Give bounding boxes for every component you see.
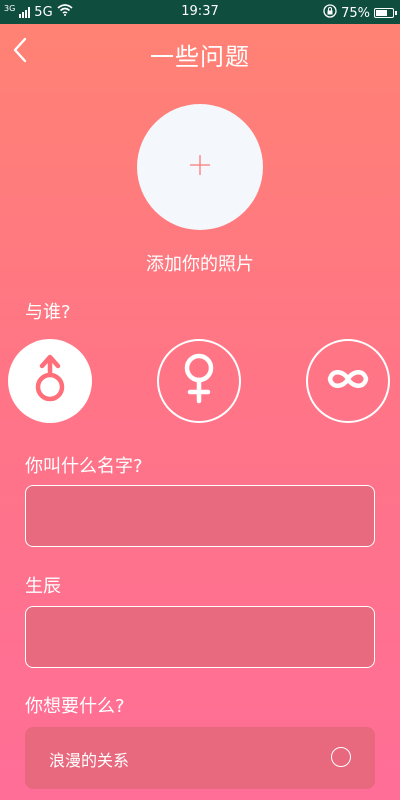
option-label: 浪漫的关系 bbox=[49, 751, 130, 770]
wants-label: 你想要什么? bbox=[25, 696, 125, 717]
battery-icon bbox=[374, 8, 397, 18]
rotation-lock-icon bbox=[323, 4, 337, 22]
battery-level bbox=[376, 10, 388, 16]
birthday-input[interactable] bbox=[25, 606, 375, 668]
plus-icon bbox=[190, 155, 210, 179]
infinity-icon bbox=[325, 367, 371, 395]
status-bar: 3G 5G 19:37 75% bbox=[0, 0, 400, 24]
radio-icon[interactable] bbox=[331, 747, 351, 767]
add-photo-button[interactable] bbox=[137, 104, 263, 230]
name-label: 你叫什么名字? bbox=[25, 456, 143, 477]
birthday-label: 生辰 bbox=[25, 576, 61, 597]
header: 一些问题 bbox=[0, 24, 400, 80]
gender-male-button[interactable] bbox=[8, 339, 92, 423]
battery-percent: 75% bbox=[341, 5, 370, 21]
gender-any-button[interactable] bbox=[306, 339, 390, 423]
add-photo-label: 添加你的照片 bbox=[146, 254, 254, 275]
screen: 3G 5G 19:37 75% 一些问题 添加你的照片 与谁? 你叫什么名字? … bbox=[0, 0, 400, 800]
page-title: 一些问题 bbox=[150, 43, 250, 71]
name-input[interactable] bbox=[25, 485, 375, 547]
gender-female-button[interactable] bbox=[157, 339, 241, 423]
gender-label: 与谁? bbox=[25, 302, 71, 323]
male-icon bbox=[32, 354, 68, 408]
status-right: 75% bbox=[323, 4, 397, 22]
female-icon bbox=[182, 353, 216, 409]
option-romantic-relationship[interactable]: 浪漫的关系 bbox=[25, 727, 375, 789]
